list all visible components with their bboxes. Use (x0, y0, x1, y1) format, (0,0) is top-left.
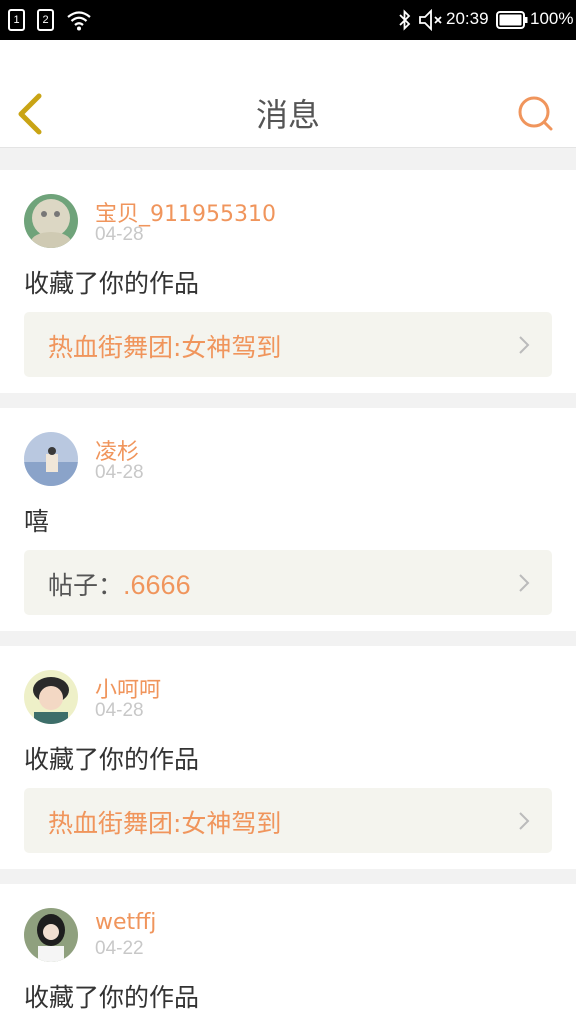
work-link-title: 热血街舞团:女神驾到 (48, 809, 282, 838)
status-time: 20:39 (446, 9, 489, 28)
page-title: 消息 (255, 96, 320, 134)
message-item[interactable]: 小呵呵 04-28 收藏了你的作品 热血街舞团:女神驾到 (0, 646, 576, 869)
wifi-icon (67, 11, 91, 31)
search-icon[interactable] (516, 94, 554, 132)
chevron-right-icon (519, 574, 530, 592)
message-text: 收藏了你的作品 (24, 745, 200, 774)
post-link-prefix: 帖子： (48, 571, 124, 600)
post-link[interactable]: 帖子：.6666 (24, 550, 552, 615)
message-text: 收藏了你的作品 (24, 269, 200, 298)
message-date: 04-28 (95, 462, 144, 483)
sim1-icon: 1 (8, 9, 25, 31)
chevron-right-icon (519, 812, 530, 830)
work-link[interactable]: 热血街舞团:女神驾到 (24, 312, 552, 377)
work-link[interactable]: 热血街舞团:女神驾到 (24, 788, 552, 853)
post-link-value: .6666 (123, 570, 191, 600)
avatar[interactable] (24, 670, 78, 724)
message-item[interactable]: wetffj 04-22 收藏了你的作品 (0, 884, 576, 1024)
battery-icon (496, 11, 528, 29)
username[interactable]: wetffj (95, 910, 156, 935)
chevron-right-icon (519, 336, 530, 354)
message-text: 嘻 (24, 507, 50, 536)
message-text: 收藏了你的作品 (24, 983, 200, 1012)
message-date: 04-22 (95, 938, 144, 959)
post-link-title: 帖子：.6666 (48, 566, 191, 602)
app-header: 消息 (0, 40, 576, 148)
avatar[interactable] (24, 432, 78, 486)
bluetooth-icon (399, 9, 411, 31)
message-item[interactable]: 宝贝_911955310 04-28 收藏了你的作品 热血街舞团:女神驾到 (0, 170, 576, 393)
work-link-title: 热血街舞团:女神驾到 (48, 333, 282, 362)
message-date: 04-28 (95, 700, 144, 721)
message-date: 04-28 (95, 224, 144, 245)
avatar[interactable] (24, 194, 78, 248)
message-item[interactable]: 凌杉 04-28 嘻 帖子：.6666 (0, 408, 576, 631)
sim2-icon: 2 (37, 9, 54, 31)
status-bar: 1 2 20:39 100% (0, 0, 576, 40)
battery-percent: 100% (530, 9, 574, 28)
avatar[interactable] (24, 908, 78, 962)
mute-icon (419, 9, 442, 31)
